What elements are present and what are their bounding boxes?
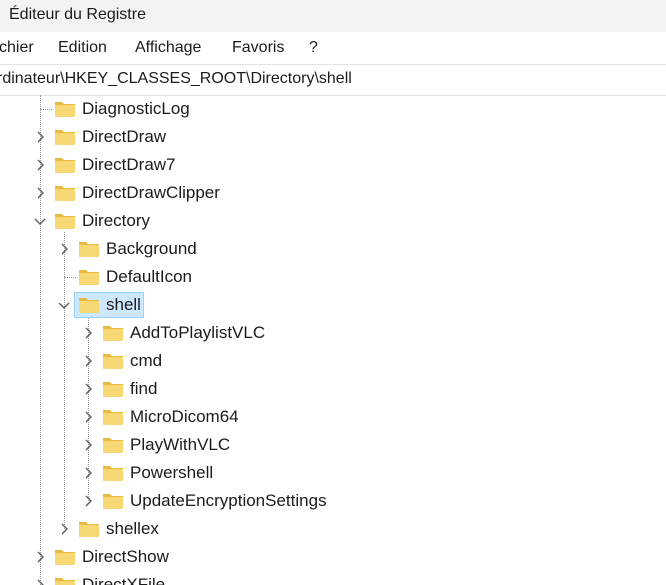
- chevron-right-icon[interactable]: [81, 354, 95, 368]
- tree-node[interactable]: MicroDicom64: [0, 404, 666, 430]
- tree-node-label[interactable]: find: [130, 379, 157, 399]
- folder-icon: [102, 408, 124, 426]
- tree-node[interactable]: shellex: [0, 516, 666, 542]
- tree-node[interactable]: DefaultIcon: [0, 264, 666, 290]
- menu-edition[interactable]: Edition: [58, 39, 107, 57]
- tree-node-label[interactable]: PlayWithVLC: [130, 435, 230, 455]
- chevron-right-icon[interactable]: [33, 186, 47, 200]
- title-bar: Éditeur du Registre: [0, 0, 666, 32]
- tree-node[interactable]: DirectShow: [0, 544, 666, 570]
- tree-node[interactable]: cmd: [0, 348, 666, 374]
- menu-affichage[interactable]: Affichage: [135, 39, 201, 57]
- tree-node[interactable]: DirectDraw: [0, 124, 666, 150]
- folder-icon: [78, 268, 100, 286]
- folder-icon: [54, 548, 76, 566]
- chevron-right-icon[interactable]: [57, 522, 71, 536]
- folder-icon: [102, 324, 124, 342]
- chevron-right-icon[interactable]: [81, 438, 95, 452]
- tree-node[interactable]: Powershell: [0, 460, 666, 486]
- tree-node-label[interactable]: shell: [106, 295, 141, 315]
- tree-node-label[interactable]: AddToPlaylistVLC: [130, 323, 265, 343]
- chevron-right-icon[interactable]: [81, 382, 95, 396]
- tree-node-label[interactable]: cmd: [130, 351, 162, 371]
- tree-node-label[interactable]: Powershell: [130, 463, 213, 483]
- folder-icon: [78, 296, 100, 314]
- folder-icon: [78, 520, 100, 538]
- tree-node[interactable]: DiagnosticLog: [0, 96, 666, 122]
- tree-node[interactable]: UpdateEncryptionSettings: [0, 488, 666, 514]
- chevron-down-icon[interactable]: [57, 298, 71, 312]
- folder-icon: [102, 436, 124, 454]
- tree-node-label[interactable]: Directory: [82, 211, 150, 231]
- folder-icon: [78, 240, 100, 258]
- tree-node[interactable]: DirectDraw7: [0, 152, 666, 178]
- chevron-right-icon[interactable]: [33, 130, 47, 144]
- tree-node-label[interactable]: DirectDraw: [82, 127, 166, 147]
- tree-node-label[interactable]: DiagnosticLog: [82, 99, 190, 119]
- registry-tree[interactable]: DiagnosticLog DirectDraw DirectDraw7 Direct…: [0, 95, 666, 585]
- address-bar[interactable]: rdinateur\HKEY_CLASSES_ROOT\Directory\sh…: [0, 64, 666, 96]
- window-title: Éditeur du Registre: [9, 6, 146, 23]
- folder-icon: [54, 100, 76, 118]
- menu-fichier[interactable]: chier: [0, 39, 34, 57]
- folder-icon: [102, 464, 124, 482]
- chevron-right-icon[interactable]: [33, 578, 47, 585]
- folder-icon: [54, 576, 76, 585]
- folder-icon: [54, 156, 76, 174]
- tree-node-label[interactable]: Background: [106, 239, 197, 259]
- tree-node-label[interactable]: MicroDicom64: [130, 407, 239, 427]
- chevron-right-icon[interactable]: [81, 410, 95, 424]
- address-path[interactable]: rdinateur\HKEY_CLASSES_ROOT\Directory\sh…: [0, 70, 352, 88]
- folder-icon: [54, 184, 76, 202]
- tree-node[interactable]: DirectXFile: [0, 572, 666, 585]
- tree-node[interactable]: shell: [0, 292, 666, 318]
- tree-node[interactable]: Directory: [0, 208, 666, 234]
- tree-node-label[interactable]: DirectXFile: [82, 575, 165, 585]
- folder-icon: [102, 380, 124, 398]
- menu-bar: chier Edition Affichage Favoris ?: [0, 32, 666, 64]
- menu-help[interactable]: ?: [309, 39, 318, 57]
- tree-node[interactable]: Background: [0, 236, 666, 262]
- chevron-right-icon[interactable]: [33, 550, 47, 564]
- menu-favoris[interactable]: Favoris: [232, 39, 284, 57]
- tree-node-label[interactable]: DirectDraw7: [82, 155, 176, 175]
- tree-node-label[interactable]: DirectDrawClipper: [82, 183, 220, 203]
- tree-node[interactable]: find: [0, 376, 666, 402]
- chevron-right-icon[interactable]: [81, 466, 95, 480]
- chevron-right-icon[interactable]: [81, 494, 95, 508]
- chevron-right-icon[interactable]: [81, 326, 95, 340]
- tree-node[interactable]: AddToPlaylistVLC: [0, 320, 666, 346]
- chevron-right-icon[interactable]: [57, 242, 71, 256]
- tree-node-label[interactable]: shellex: [106, 519, 159, 539]
- folder-icon: [54, 128, 76, 146]
- chevron-down-icon[interactable]: [33, 214, 47, 228]
- folder-icon: [54, 212, 76, 230]
- chevron-right-icon[interactable]: [33, 158, 47, 172]
- tree-node[interactable]: DirectDrawClipper: [0, 180, 666, 206]
- tree-node-label[interactable]: DefaultIcon: [106, 267, 192, 287]
- tree-node-label[interactable]: UpdateEncryptionSettings: [130, 491, 327, 511]
- folder-icon: [102, 352, 124, 370]
- folder-icon: [102, 492, 124, 510]
- tree-node[interactable]: PlayWithVLC: [0, 432, 666, 458]
- tree-node-label[interactable]: DirectShow: [82, 547, 169, 567]
